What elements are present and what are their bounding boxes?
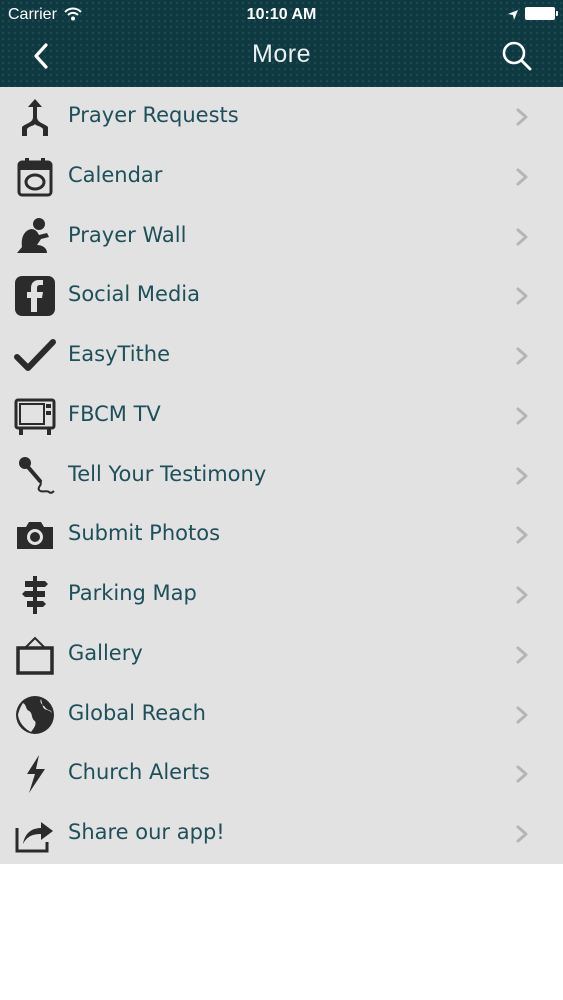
search-icon [502,41,532,71]
search-button[interactable] [499,38,535,74]
menu-item-label: Social Media [68,282,201,307]
location-arrow-icon [507,7,519,25]
chevron-right-icon [516,646,528,664]
menu-item-parking-map[interactable]: Parking Map [0,565,563,625]
menu-item-fbcm-tv[interactable]: FBCM TV [0,386,563,446]
chevron-right-icon [516,467,528,485]
menu-item-label: Share our app! [68,820,225,845]
nav-bar: Carrier 10:10 AM More [0,0,563,87]
facebook-icon [13,276,57,317]
chevron-right-icon [516,347,528,365]
microphone-icon [13,456,57,496]
status-time: 10:10 AM [246,6,317,23]
chevron-right-icon [516,526,528,544]
menu-item-calendar[interactable]: Calendar [0,147,563,207]
chevron-right-icon [516,108,528,126]
menu-item-label: Tell Your Testimony [68,461,267,486]
praying-person-icon [13,217,57,257]
menu-item-label: Prayer Wall [68,222,187,247]
chevron-right-icon [516,706,528,724]
menu-item-share-our-app[interactable]: Share our app! [0,804,563,864]
chevron-right-icon [516,586,528,604]
menu-item-label: Parking Map [68,581,197,606]
menu-item-label: EasyTithe [68,342,170,367]
chevron-right-icon [516,407,528,425]
menu-item-label: Church Alerts [68,760,210,785]
battery-icon [525,7,558,20]
chevron-right-icon [516,765,528,783]
menu-item-label: FBCM TV [68,401,161,426]
menu-item-prayer-requests[interactable]: Prayer Requests [0,87,563,147]
menu-item-label: Global Reach [68,700,206,725]
more-menu-list: Prayer Requests Calendar Prayer Wall Soc… [0,87,563,864]
picture-frame-icon [13,635,57,675]
tv-icon [13,396,57,436]
menu-item-global-reach[interactable]: Global Reach [0,685,563,745]
menu-item-submit-photos[interactable]: Submit Photos [0,505,563,565]
share-icon [13,814,57,854]
globe-icon [13,695,57,735]
menu-item-label: Prayer Requests [68,103,239,127]
chevron-right-icon [516,287,528,305]
menu-item-tell-your-testimony[interactable]: Tell Your Testimony [0,446,563,506]
menu-item-label: Submit Photos [68,521,221,546]
menu-item-church-alerts[interactable]: Church Alerts [0,744,563,804]
menu-item-label: Gallery [68,640,143,665]
camera-icon [13,515,57,555]
menu-item-prayer-wall[interactable]: Prayer Wall [0,207,563,267]
signpost-icon [13,575,57,615]
chevron-right-icon [516,825,528,843]
menu-item-gallery[interactable]: Gallery [0,625,563,685]
calendar-icon [13,157,57,197]
lightning-icon [13,754,57,794]
prayer-requests-icon [13,97,57,137]
status-bar: Carrier 10:10 AM [0,0,563,30]
menu-item-label: Calendar [68,162,163,187]
checkmark-icon [13,336,57,376]
menu-item-social-media[interactable]: Social Media [0,266,563,326]
chevron-right-icon [516,228,528,246]
chevron-right-icon [516,168,528,186]
menu-item-easytithe[interactable]: EasyTithe [0,326,563,386]
page-title: More [252,40,311,68]
